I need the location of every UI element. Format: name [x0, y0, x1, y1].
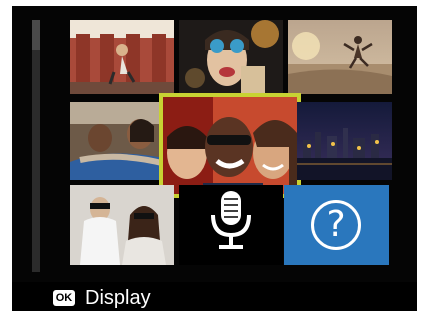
- thumb-white-outfit-friends[interactable]: [70, 185, 174, 265]
- thumb-beach-jump[interactable]: [288, 20, 392, 94]
- bottom-action-bar: OK Display: [12, 282, 417, 311]
- display-action-label: Display: [85, 287, 151, 309]
- scrollbar-thumb[interactable]: [32, 20, 40, 50]
- thumb-party-binoculars[interactable]: [179, 20, 283, 94]
- thumb-friends-selfie[interactable]: [159, 93, 301, 198]
- question-mark-icon: ?: [311, 200, 361, 250]
- ok-button-icon[interactable]: OK: [53, 290, 75, 306]
- thumb-voice-memo[interactable]: [179, 185, 283, 265]
- thumb-city-night[interactable]: [297, 102, 392, 180]
- playback-screen: ? OK Display: [12, 6, 417, 311]
- thumb-help[interactable]: ?: [284, 185, 389, 265]
- thumb-red-wall-jumper[interactable]: [70, 20, 174, 94]
- scrollbar[interactable]: [32, 20, 40, 272]
- microphone-icon: [211, 191, 251, 249]
